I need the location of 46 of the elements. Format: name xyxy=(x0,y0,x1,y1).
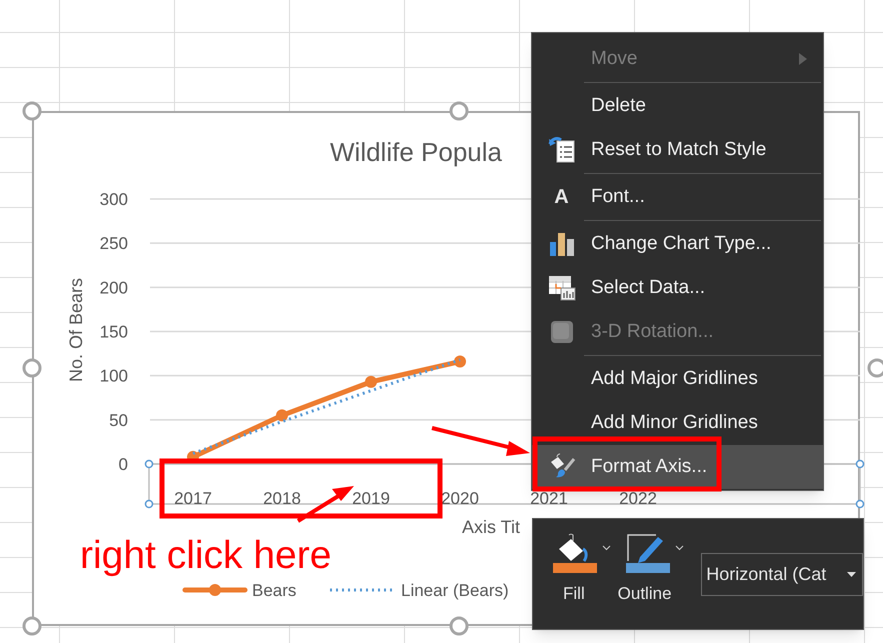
menu-item[interactable]: Add Minor Gridlines xyxy=(532,401,823,445)
select-data-icon xyxy=(548,275,576,301)
caret-icon xyxy=(674,545,684,551)
axis-label: 2019 xyxy=(352,489,390,508)
axis-label: 250 xyxy=(100,234,128,254)
data-point xyxy=(276,409,288,422)
selection-handle xyxy=(144,500,154,508)
selection-handle xyxy=(144,460,154,468)
reset-style-icon xyxy=(548,136,576,164)
axis-label: 300 xyxy=(100,190,128,209)
dropdown-arrow-icon xyxy=(847,572,856,577)
axis-label: 50 xyxy=(109,410,128,430)
menu-item[interactable]: Select Data... xyxy=(532,266,823,310)
axis-label: 2020 xyxy=(441,489,479,508)
data-point xyxy=(365,376,377,388)
axis-label: 200 xyxy=(100,278,128,298)
axis-label: 0 xyxy=(118,455,128,474)
legend-label: Linear (Bears) xyxy=(401,581,509,600)
annotation-text: right click here xyxy=(80,533,332,579)
menu-item[interactable]: Change Chart Type... xyxy=(532,222,823,266)
axis-label: 2017 xyxy=(174,489,212,508)
chart-title: Wildlife Popula xyxy=(330,137,502,167)
axis-label: 150 xyxy=(100,322,128,342)
cube-icon xyxy=(548,319,574,345)
data-point xyxy=(454,356,466,368)
menu-item[interactable]: Format Axis... xyxy=(532,445,823,489)
outline-button[interactable]: Outline xyxy=(618,531,698,606)
axis-label: 2018 xyxy=(263,489,301,508)
legend-label: Bears xyxy=(252,581,296,600)
axis-title: Axis Tit xyxy=(462,517,520,537)
menu-item[interactable]: Reset to Match Style xyxy=(532,128,823,172)
caret-icon xyxy=(602,545,611,551)
font-icon: A xyxy=(554,182,569,212)
axis-label: 2021 xyxy=(530,489,568,508)
menu-item[interactable]: A Font... xyxy=(532,175,823,219)
fill-button[interactable]: Fill xyxy=(553,531,614,606)
axis-label: 100 xyxy=(100,366,128,386)
chart-element-dropdown[interactable]: Horizontal (Cat xyxy=(701,553,863,596)
legend-marker xyxy=(330,588,393,592)
axis-label: 2022 xyxy=(619,489,657,508)
bar-chart-icon xyxy=(548,231,574,257)
menu-item[interactable]: Add Major Gridlines xyxy=(532,357,823,401)
axis-title: No. Of Bears xyxy=(66,278,86,382)
menu-item[interactable]: Delete xyxy=(532,84,823,128)
paint-bucket-icon xyxy=(553,531,599,575)
legend-marker xyxy=(182,584,248,596)
